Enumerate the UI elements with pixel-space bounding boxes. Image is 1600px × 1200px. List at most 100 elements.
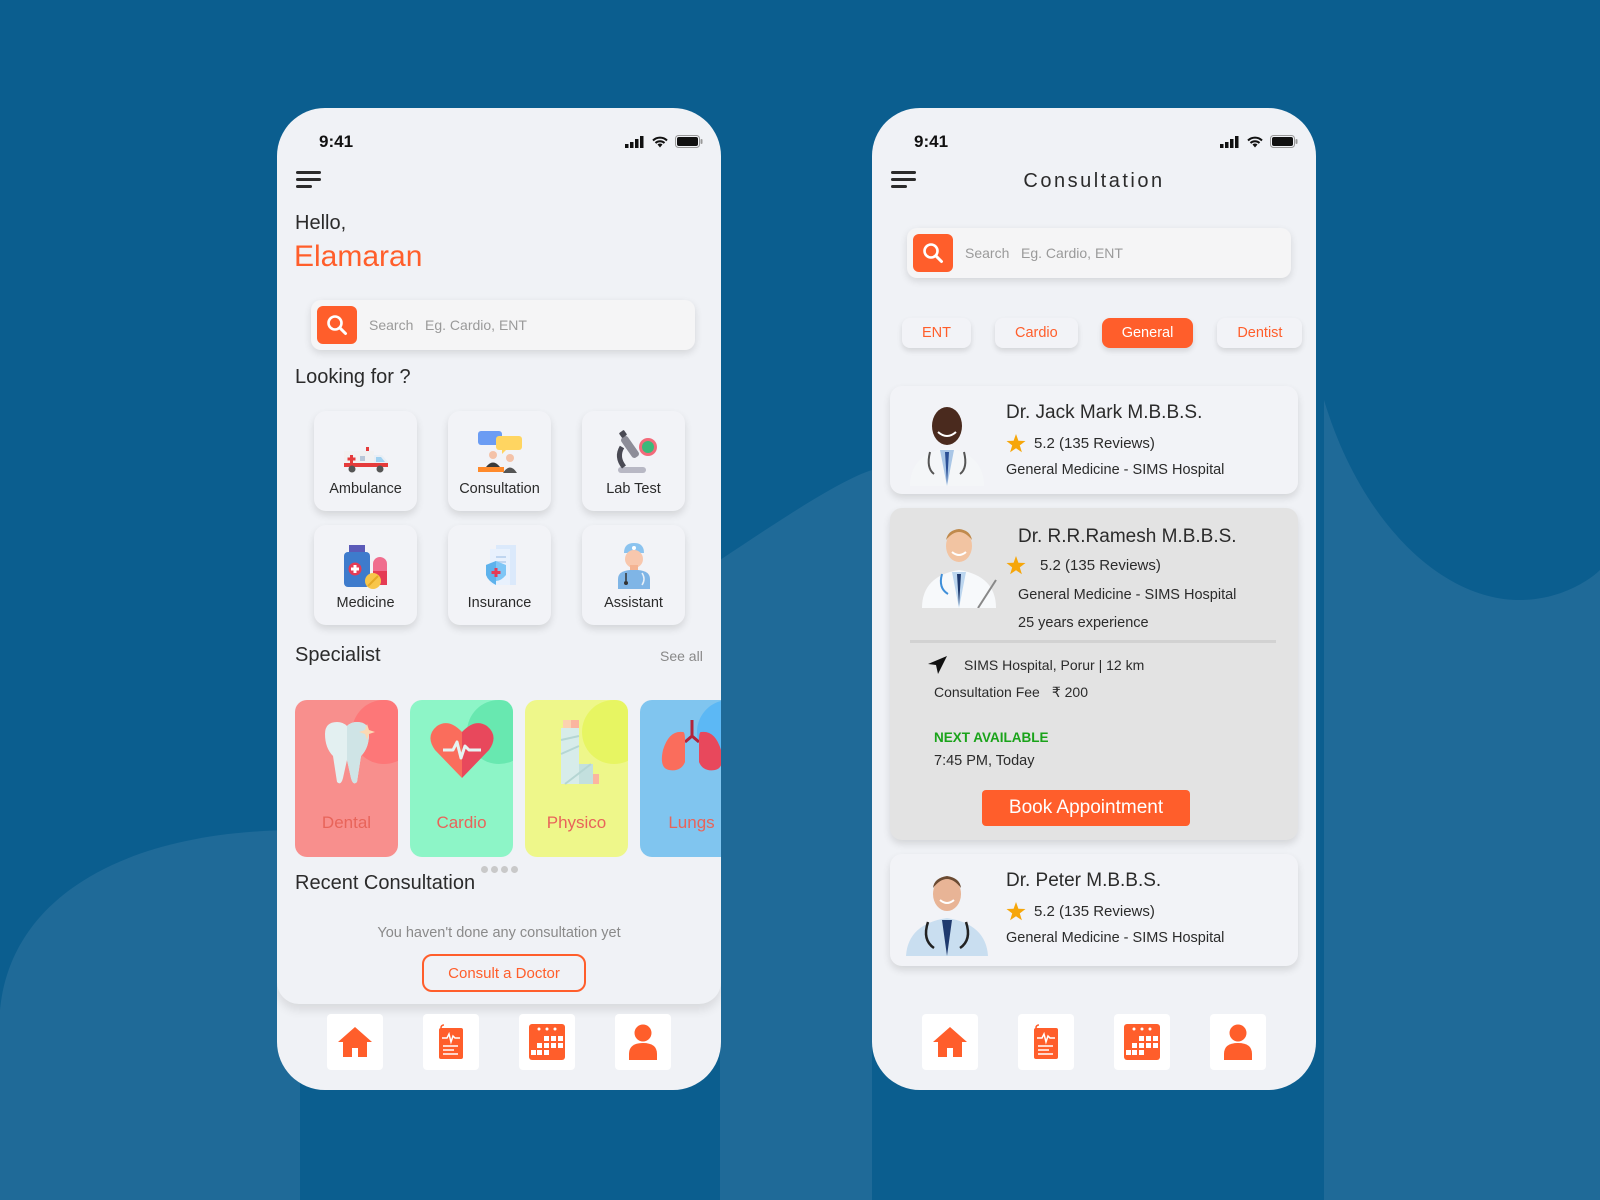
search-input[interactable] xyxy=(369,317,669,333)
tab-profile[interactable] xyxy=(1210,1014,1266,1070)
tab-appointments[interactable] xyxy=(519,1014,575,1070)
page-dot[interactable] xyxy=(501,866,508,873)
battery-icon xyxy=(1270,135,1298,148)
specialist-title: Specialist xyxy=(295,644,381,666)
medical-report-icon xyxy=(1034,1024,1058,1059)
assistant-icon xyxy=(617,543,650,589)
signal-icon xyxy=(1220,135,1239,148)
user-icon xyxy=(1224,1024,1252,1060)
service-insurance[interactable]: Insurance xyxy=(448,525,551,625)
filter-chip-cardio[interactable]: Cardio xyxy=(995,318,1078,348)
doctor-photo xyxy=(906,876,988,956)
user-name: Elamaran xyxy=(294,240,423,273)
specialist-card-physico[interactable]: Physico xyxy=(525,700,628,857)
doctor-card-expanded[interactable]: Dr. R.R.Ramesh M.B.B.S. 5.2 (135 Reviews… xyxy=(890,508,1298,840)
specialist-card-dental[interactable]: Dental xyxy=(295,700,398,857)
tab-profile[interactable] xyxy=(615,1014,671,1070)
search-bar xyxy=(907,228,1291,278)
location-text: SIMS Hospital, Porur | 12 km xyxy=(964,657,1145,673)
fee-label: Consultation Fee xyxy=(934,684,1040,700)
empty-state-message: You haven't done any consultation yet xyxy=(377,925,621,941)
filter-chips: ENT Cardio General Dentist xyxy=(902,318,1303,348)
doctor-photo xyxy=(910,407,984,486)
doctor-card[interactable]: Dr. Peter M.B.B.S. 5.2 (135 Reviews) Gen… xyxy=(890,854,1298,966)
rating-text: 5.2 (135 Reviews) xyxy=(1040,557,1161,574)
bottom-tab-bar xyxy=(872,1014,1316,1070)
star-icon xyxy=(1006,556,1026,575)
tab-home[interactable] xyxy=(327,1014,383,1070)
rating-text: 5.2 (135 Reviews) xyxy=(1034,903,1155,920)
ambulance-icon xyxy=(343,447,388,473)
status-time: 9:41 xyxy=(914,132,949,151)
leg-cast-icon xyxy=(560,720,599,785)
home-screen: 9:41 Hello, Elamaran Looking for ? Ambul… xyxy=(277,108,721,1090)
service-lab-test[interactable]: Lab Test xyxy=(582,411,685,511)
consultation-icon xyxy=(477,431,522,473)
home-icon xyxy=(338,1027,372,1057)
service-label: Insurance xyxy=(467,595,532,611)
see-all-link[interactable]: See all xyxy=(660,648,703,664)
specialist-card-cardio[interactable]: Cardio xyxy=(410,700,513,857)
tab-records[interactable] xyxy=(423,1014,479,1070)
specialist-carousel: Dental Cardio Physico Lungs xyxy=(295,700,721,857)
filter-chip-dentist[interactable]: Dentist xyxy=(1217,318,1303,348)
next-available-time: 7:45 PM, Today xyxy=(934,753,1035,769)
menu-icon[interactable] xyxy=(296,171,322,191)
doctor-name: Dr. Jack Mark M.B.B.S. xyxy=(1006,402,1203,423)
divider xyxy=(910,640,1276,643)
specialist-label: Lungs xyxy=(668,813,715,832)
search-button[interactable] xyxy=(913,234,953,272)
carousel-pagination xyxy=(481,866,518,873)
consultation-fee: Consultation Fee ₹ 200 xyxy=(934,684,1088,701)
navigation-arrow-icon xyxy=(928,656,947,674)
status-bar: 9:41 xyxy=(872,128,1316,154)
services-grid: Ambulance Consultation Lab Test Medicine… xyxy=(314,411,685,625)
tooth-icon xyxy=(324,722,375,784)
greeting-text: Hello, xyxy=(295,212,347,234)
service-medicine[interactable]: Medicine xyxy=(314,525,417,625)
filter-chip-ent[interactable]: ENT xyxy=(902,318,971,348)
wifi-icon xyxy=(652,136,668,148)
next-available-label: NEXT AVAILABLE xyxy=(934,730,1049,745)
page-dot[interactable] xyxy=(491,866,498,873)
page-dot[interactable] xyxy=(481,866,488,873)
book-appointment-button[interactable]: Book Appointment xyxy=(982,790,1190,826)
status-bar: 9:41 xyxy=(277,128,721,154)
specialist-label: Physico xyxy=(546,813,607,832)
microscope-icon xyxy=(616,430,657,473)
medicine-icon xyxy=(343,545,387,589)
calendar-icon xyxy=(1124,1024,1160,1060)
star-icon xyxy=(1006,434,1026,453)
fee-value: ₹ 200 xyxy=(1051,684,1088,700)
tab-home[interactable] xyxy=(922,1014,978,1070)
doctor-card[interactable]: Dr. Jack Mark M.B.B.S. 5.2 (135 Reviews)… xyxy=(890,386,1298,494)
service-ambulance[interactable]: Ambulance xyxy=(314,411,417,511)
filter-chip-general[interactable]: General xyxy=(1101,318,1194,348)
recent-consultation-title: Recent Consultation xyxy=(295,872,476,894)
search-icon xyxy=(327,315,347,335)
specialist-label: Cardio xyxy=(436,813,487,832)
doctor-location: SIMS Hospital, Porur | 12 km xyxy=(928,656,1144,674)
service-label: Ambulance xyxy=(329,481,402,497)
service-label: Consultation xyxy=(459,481,540,497)
star-icon xyxy=(1006,902,1026,921)
search-icon xyxy=(923,243,943,263)
doctor-photo xyxy=(922,529,997,608)
specialist-card-lungs[interactable]: Lungs xyxy=(640,700,721,857)
doctor-rating: 5.2 (135 Reviews) xyxy=(1006,434,1155,453)
doctor-rating: 5.2 (135 Reviews) xyxy=(1006,556,1161,575)
service-consultation[interactable]: Consultation xyxy=(448,411,551,511)
search-button[interactable] xyxy=(317,306,357,344)
tab-records[interactable] xyxy=(1018,1014,1074,1070)
search-bar xyxy=(311,300,695,350)
search-input[interactable] xyxy=(965,245,1265,261)
page-dot[interactable] xyxy=(511,866,518,873)
service-assistant[interactable]: Assistant xyxy=(582,525,685,625)
doctor-specialty: General Medicine - SIMS Hospital xyxy=(1006,462,1225,478)
rating-text: 5.2 (135 Reviews) xyxy=(1034,435,1155,452)
page-title: Consultation xyxy=(1023,170,1165,192)
calendar-icon xyxy=(529,1024,565,1060)
insurance-icon xyxy=(485,545,516,585)
tab-appointments[interactable] xyxy=(1114,1014,1170,1070)
consult-doctor-button[interactable]: Consult a Doctor xyxy=(422,954,586,992)
